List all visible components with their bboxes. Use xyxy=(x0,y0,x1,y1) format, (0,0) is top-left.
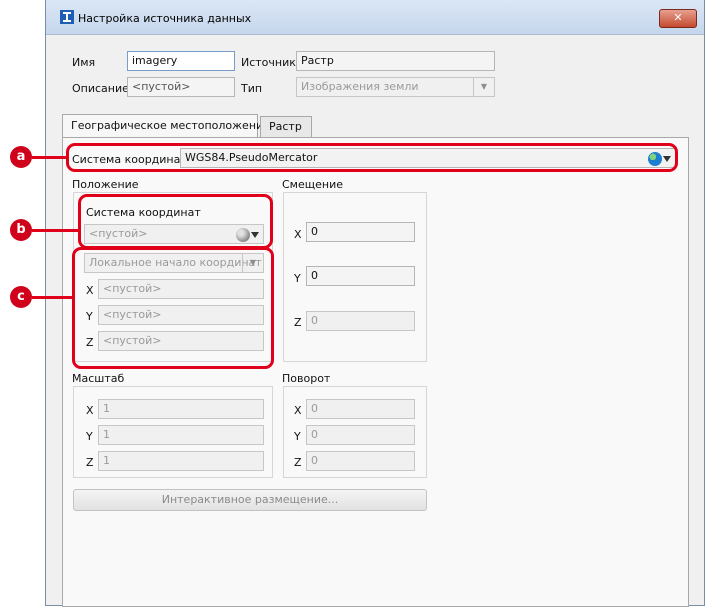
sc-z-label: Z xyxy=(86,456,94,469)
callout-b: b xyxy=(10,219,32,241)
close-button[interactable]: ✕ xyxy=(659,9,697,28)
callout-b-line xyxy=(32,229,79,232)
tab-geo-location[interactable]: Географическое местоположение xyxy=(62,114,270,137)
off-y-input[interactable]: 0 xyxy=(306,266,415,286)
type-label: Тип xyxy=(241,82,263,95)
callout-a: a xyxy=(10,146,32,168)
rotation-label: Поворот xyxy=(282,372,331,385)
rot-y-input[interactable]: 0 xyxy=(306,425,415,445)
source-label: Источник xyxy=(241,56,296,69)
window-title: Настройка источника данных xyxy=(78,12,252,25)
callout-a-line xyxy=(32,156,67,159)
rot-x-input[interactable]: 0 xyxy=(306,399,415,419)
offset-label: Смещение xyxy=(282,178,343,191)
highlight-b xyxy=(78,194,273,249)
scale-z-input[interactable]: 1 xyxy=(98,451,264,471)
name-label: Имя xyxy=(72,56,96,69)
highlight-a xyxy=(66,143,678,172)
off-x-label: X xyxy=(294,228,302,241)
callout-c-line xyxy=(32,296,73,299)
off-y-label: Y xyxy=(294,272,301,285)
rot-x-label: X xyxy=(294,404,302,417)
scale-label: Масштаб xyxy=(72,372,125,385)
rot-y-label: Y xyxy=(294,430,301,443)
rot-z-input[interactable]: 0 xyxy=(306,451,415,471)
scale-x-input[interactable]: 1 xyxy=(98,399,264,419)
off-x-input[interactable]: 0 xyxy=(306,222,415,242)
name-input[interactable]: imagery xyxy=(127,51,235,71)
off-z-label: Z xyxy=(294,316,302,329)
callout-c: c xyxy=(10,286,32,308)
scale-y-input[interactable]: 1 xyxy=(98,425,264,445)
type-select[interactable]: Изображения земли ▼ xyxy=(296,77,495,97)
description-label: Описание xyxy=(72,82,129,95)
title-bar: Настройка источника данных ✕ xyxy=(46,0,704,35)
type-select-value: Изображения земли xyxy=(301,80,419,93)
chevron-down-icon: ▼ xyxy=(473,78,494,96)
sc-x-label: X xyxy=(86,404,94,417)
source-field: Растр xyxy=(296,51,495,71)
highlight-c xyxy=(72,247,274,369)
interactive-placement-button[interactable]: Интерактивное размещение... xyxy=(73,489,427,511)
app-icon xyxy=(60,10,74,24)
rot-z-label: Z xyxy=(294,456,302,469)
sc-y-label: Y xyxy=(86,430,93,443)
off-z-input[interactable]: 0 xyxy=(306,311,415,331)
position-label: Положение xyxy=(72,178,139,191)
description-input[interactable]: <пустой> xyxy=(127,77,235,97)
tab-raster[interactable]: Растр xyxy=(260,116,312,137)
